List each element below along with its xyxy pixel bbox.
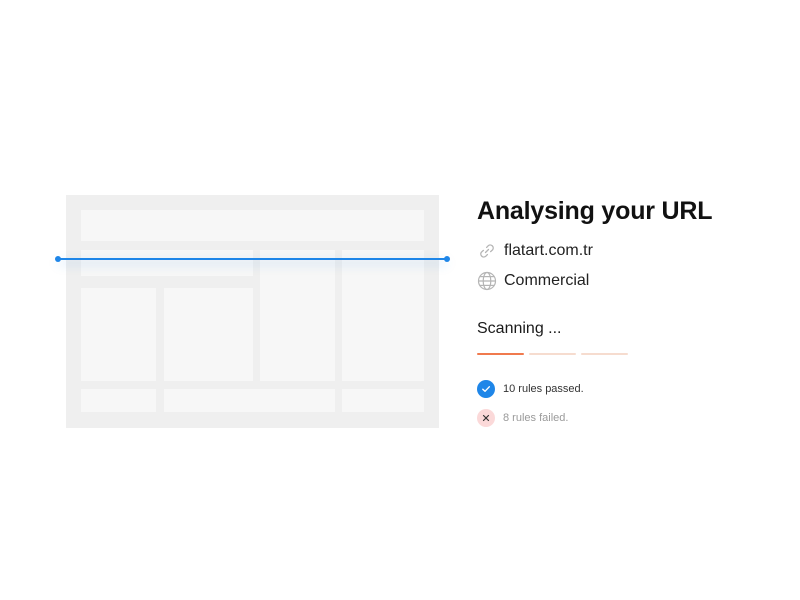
progress-segment: [581, 353, 628, 355]
preview-card-block: [81, 288, 156, 381]
preview-footer-block: [164, 389, 335, 412]
check-icon: [477, 380, 495, 398]
site-category: Commercial: [504, 272, 590, 289]
analyzed-url: flatart.com.tr: [504, 242, 593, 259]
preview-hero-block: [81, 250, 253, 276]
scan-progress: [477, 353, 787, 355]
preview-card-block: [164, 288, 253, 381]
close-icon: [477, 409, 495, 427]
analysis-panel: Analysing your URL flatart.com.tr Commer…: [477, 193, 787, 427]
preview-footer-block: [81, 389, 156, 412]
preview-header-block: [81, 210, 424, 241]
rules-passed-row: 10 rules passed.: [477, 380, 787, 398]
scan-line-start-dot: [55, 256, 61, 262]
preview-column-block: [260, 250, 335, 381]
preview-column-block: [342, 250, 424, 381]
scan-line-end-dot: [444, 256, 450, 262]
rules-failed-row: 8 rules failed.: [477, 409, 787, 427]
url-row: flatart.com.tr: [477, 240, 787, 262]
progress-segment: [529, 353, 576, 355]
website-preview: [66, 195, 439, 428]
category-row: Commercial: [477, 270, 787, 292]
scan-line: [58, 258, 447, 260]
link-icon: [477, 241, 497, 261]
preview-footer-block: [342, 389, 424, 412]
analysis-screen: Analysing your URL flatart.com.tr Commer…: [0, 0, 800, 600]
rules-passed-text: 10 rules passed.: [503, 383, 584, 395]
rules-failed-text: 8 rules failed.: [503, 412, 569, 424]
progress-segment: [477, 353, 524, 355]
globe-icon: [477, 271, 497, 291]
page-title: Analysing your URL: [477, 197, 713, 225]
scan-status: Scanning ...: [477, 320, 562, 337]
